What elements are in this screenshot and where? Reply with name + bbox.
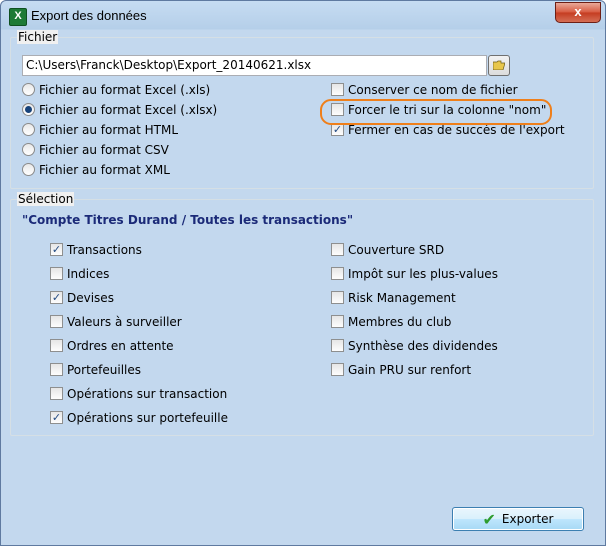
selection-left-item-label: Portefeuilles bbox=[67, 363, 142, 377]
fichier-legend: Fichier bbox=[17, 30, 59, 44]
window-title: Export des données bbox=[31, 8, 147, 23]
checkbox[interactable] bbox=[50, 387, 63, 400]
selection-right-item-2[interactable]: Risk Management bbox=[331, 290, 456, 306]
annotation-highlight-sort-option bbox=[320, 99, 552, 125]
check-icon: ✔ bbox=[482, 509, 496, 529]
selection-right-item-4[interactable]: Synthèse des dividendes bbox=[331, 338, 498, 354]
checkbox[interactable] bbox=[331, 363, 344, 376]
title-bar[interactable]: X Export des données x bbox=[1, 1, 605, 29]
checkbox[interactable] bbox=[331, 315, 344, 328]
checkbox[interactable] bbox=[331, 243, 344, 256]
format-option-label: Fichier au format CSV bbox=[39, 143, 169, 157]
checkbox[interactable] bbox=[331, 83, 344, 96]
radio-button[interactable] bbox=[22, 163, 35, 176]
selection-left-item-label: Transactions bbox=[67, 243, 142, 257]
checkbox[interactable] bbox=[331, 267, 344, 280]
selection-right-item-label: Synthèse des dividendes bbox=[348, 339, 498, 353]
export-button[interactable]: ✔ Exporter bbox=[452, 507, 584, 531]
checkbox[interactable] bbox=[50, 363, 63, 376]
selection-account-title: "Compte Titres Durand / Toutes les trans… bbox=[22, 213, 354, 227]
format-option-3[interactable]: Fichier au format CSV bbox=[22, 142, 169, 158]
file-option-0[interactable]: Conserver ce nom de fichier bbox=[331, 82, 518, 98]
selection-left-item-5[interactable]: Portefeuilles bbox=[50, 362, 141, 378]
radio-button[interactable] bbox=[22, 123, 35, 136]
format-option-0[interactable]: Fichier au format Excel (.xls) bbox=[22, 82, 210, 98]
selection-left-item-3[interactable]: Valeurs à surveiller bbox=[50, 314, 182, 330]
selection-left-item-label: Ordres en attente bbox=[67, 339, 174, 353]
selection-right-item-label: Risk Management bbox=[348, 291, 456, 305]
radio-button[interactable] bbox=[22, 103, 35, 116]
selection-left-item-4[interactable]: Ordres en attente bbox=[50, 338, 174, 354]
format-option-4[interactable]: Fichier au format XML bbox=[22, 162, 170, 178]
selection-right-item-label: Gain PRU sur renfort bbox=[348, 363, 472, 377]
format-option-label: Fichier au format HTML bbox=[39, 123, 179, 137]
format-option-1[interactable]: Fichier au format Excel (.xlsx) bbox=[22, 102, 217, 118]
selection-left-item-7[interactable]: ✓ Opérations sur portefeuille bbox=[50, 410, 228, 426]
selection-left-item-1[interactable]: Indices bbox=[50, 266, 109, 282]
format-option-label: Fichier au format Excel (.xlsx) bbox=[39, 103, 218, 117]
selection-right-item-label: Membres du club bbox=[348, 315, 452, 329]
file-option-label: Fermer en cas de succès de l'export bbox=[348, 123, 565, 137]
selection-left-item-label: Opérations sur portefeuille bbox=[67, 411, 228, 425]
checkbox[interactable] bbox=[50, 315, 63, 328]
selection-left-item-label: Opérations sur transaction bbox=[67, 387, 228, 401]
open-folder-icon bbox=[493, 60, 505, 70]
excel-app-icon: X bbox=[9, 8, 27, 26]
selection-left-item-6[interactable]: Opérations sur transaction bbox=[50, 386, 227, 402]
close-button[interactable]: x bbox=[555, 2, 601, 23]
checkbox[interactable]: ✓ bbox=[50, 243, 63, 256]
selection-right-item-3[interactable]: Membres du club bbox=[331, 314, 451, 330]
selection-right-item-5[interactable]: Gain PRU sur renfort bbox=[331, 362, 471, 378]
checkbox[interactable] bbox=[331, 339, 344, 352]
checkbox[interactable]: ✓ bbox=[50, 291, 63, 304]
selection-left-item-0[interactable]: ✓ Transactions bbox=[50, 242, 142, 258]
format-option-2[interactable]: Fichier au format HTML bbox=[22, 122, 178, 138]
checkbox[interactable] bbox=[50, 267, 63, 280]
checkbox[interactable]: ✓ bbox=[50, 411, 63, 424]
selection-right-item-1[interactable]: Impôt sur les plus-values bbox=[331, 266, 498, 282]
selection-right-item-label: Impôt sur les plus-values bbox=[348, 267, 498, 281]
radio-button[interactable] bbox=[22, 83, 35, 96]
export-button-label: Exporter bbox=[501, 512, 554, 526]
selection-left-item-label: Valeurs à surveiller bbox=[67, 315, 182, 329]
format-option-label: Fichier au format Excel (.xls) bbox=[39, 83, 211, 97]
selection-right-item-0[interactable]: Couverture SRD bbox=[331, 242, 444, 258]
checkbox[interactable] bbox=[331, 291, 344, 304]
selection-left-item-label: Devises bbox=[67, 291, 114, 305]
checkbox[interactable] bbox=[50, 339, 63, 352]
browse-folder-button[interactable] bbox=[488, 55, 510, 76]
selection-right-item-label: Couverture SRD bbox=[348, 243, 445, 257]
file-option-label: Conserver ce nom de fichier bbox=[348, 83, 518, 97]
file-path-input[interactable]: C:\Users\Franck\Desktop\Export_20140621.… bbox=[22, 55, 487, 76]
format-option-label: Fichier au format XML bbox=[39, 163, 170, 177]
selection-legend: Sélection bbox=[17, 192, 75, 206]
radio-button[interactable] bbox=[22, 143, 35, 156]
selection-left-item-2[interactable]: ✓ Devises bbox=[50, 290, 114, 306]
selection-left-item-label: Indices bbox=[67, 267, 110, 281]
